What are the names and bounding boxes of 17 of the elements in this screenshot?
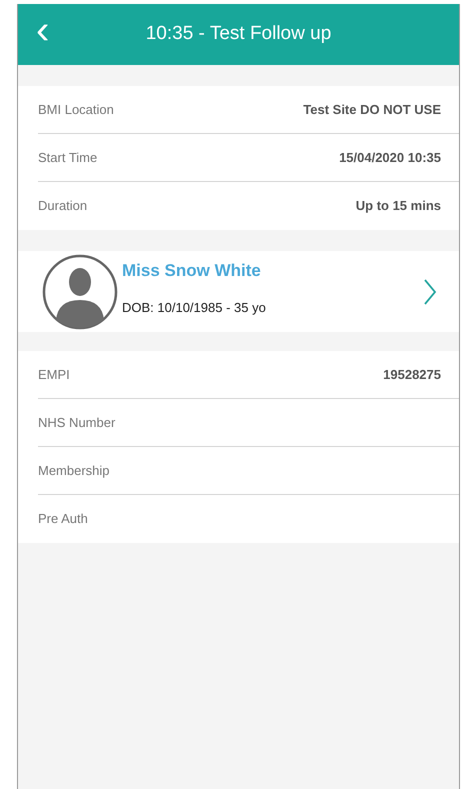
patient-card[interactable]: Miss Snow White DOB: 10/10/1985 - 35 yo bbox=[18, 251, 459, 332]
field-value: 15/04/2020 10:35 bbox=[339, 148, 441, 167]
header-title: 10:35 - Test Follow up bbox=[146, 22, 332, 46]
field-label: Pre Auth bbox=[38, 510, 88, 528]
field-label: Duration bbox=[38, 197, 88, 216]
avatar-icon bbox=[42, 254, 118, 330]
field-value: 19528275 bbox=[383, 366, 441, 384]
field-label: NHS Number bbox=[38, 414, 116, 432]
chevron-right-icon bbox=[423, 278, 437, 306]
field-label: Membership bbox=[38, 462, 110, 480]
field-label: BMI Location bbox=[38, 100, 114, 119]
field-value: Up to 15 mins bbox=[356, 197, 441, 216]
patient-name: Miss Snow White bbox=[122, 260, 262, 282]
field-label: EMPI bbox=[38, 366, 70, 384]
patient-dob: DOB: 10/10/1985 - 35 yo bbox=[122, 298, 266, 317]
field-label: Start Time bbox=[38, 148, 98, 167]
field-value: Test Site DO NOT USE bbox=[303, 100, 441, 119]
